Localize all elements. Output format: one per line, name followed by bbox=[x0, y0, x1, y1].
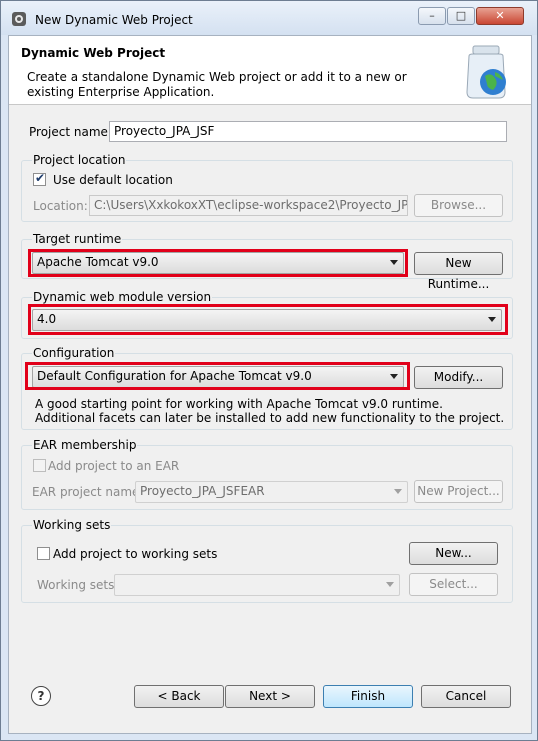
eclipse-icon bbox=[12, 12, 26, 26]
dialog-content: Dynamic Web Project Create a standalone … bbox=[8, 35, 532, 734]
next-button[interactable]: Next > bbox=[225, 685, 315, 708]
configuration-description: A good starting point for working with A… bbox=[35, 397, 505, 425]
location-input[interactable]: C:\Users\XxkokoxXT\eclipse-workspace2\Pr… bbox=[89, 195, 408, 216]
use-default-location-label: Use default location bbox=[53, 173, 173, 187]
target-runtime-label: Target runtime bbox=[32, 232, 123, 246]
working-sets-select[interactable] bbox=[114, 574, 400, 596]
wizard-description: Create a standalone Dynamic Web project … bbox=[27, 70, 407, 99]
modify-button[interactable]: Modify... bbox=[414, 366, 503, 389]
configuration-highlight-box bbox=[25, 362, 410, 390]
maximize-button[interactable]: □ bbox=[447, 7, 475, 25]
working-sets-field-label: Working sets: bbox=[37, 578, 119, 592]
wizard-header: Dynamic Web Project Create a standalone … bbox=[9, 36, 531, 105]
chevron-down-icon bbox=[386, 582, 394, 587]
window-title: New Dynamic Web Project bbox=[35, 13, 193, 27]
project-name-input[interactable]: Proyecto_JPA_JSF bbox=[109, 121, 507, 142]
project-location-label: Project location bbox=[32, 153, 127, 167]
web-project-jar-icon bbox=[466, 45, 506, 99]
minimize-icon: – bbox=[429, 9, 435, 22]
browse-button[interactable]: Browse... bbox=[414, 194, 503, 217]
wizard-title: Dynamic Web Project bbox=[21, 46, 166, 60]
select-working-sets-button[interactable]: Select... bbox=[409, 573, 498, 596]
use-default-location-checkbox[interactable]: ✔ bbox=[33, 171, 46, 186]
chevron-down-icon bbox=[394, 489, 402, 494]
maximize-icon: □ bbox=[455, 9, 467, 22]
project-name-label: Project name: bbox=[29, 125, 112, 139]
dialog-window: New Dynamic Web Project – □ ✕ Dynamic We… bbox=[0, 0, 538, 741]
working-sets-label: Working sets bbox=[32, 518, 112, 532]
close-icon: ✕ bbox=[495, 9, 505, 22]
module-version-highlight-box bbox=[28, 304, 508, 335]
new-runtime-button[interactable]: New Runtime... bbox=[414, 252, 503, 291]
configuration-label: Configuration bbox=[32, 346, 116, 360]
add-to-working-sets-label: Add project to working sets bbox=[53, 547, 218, 561]
close-button[interactable]: ✕ bbox=[476, 7, 524, 25]
add-to-working-sets-checkbox[interactable] bbox=[37, 547, 50, 560]
module-version-label: Dynamic web module version bbox=[32, 290, 213, 304]
cancel-button[interactable]: Cancel bbox=[421, 685, 511, 708]
add-to-ear-checkbox[interactable] bbox=[33, 459, 46, 472]
new-working-set-button[interactable]: New... bbox=[409, 542, 498, 565]
check-icon: ✔ bbox=[35, 171, 46, 185]
help-icon[interactable]: ? bbox=[31, 686, 51, 706]
ear-membership-label: EAR membership bbox=[32, 438, 138, 452]
location-label: Location: bbox=[33, 199, 88, 213]
title-bar[interactable]: New Dynamic Web Project – □ ✕ bbox=[1, 1, 537, 35]
finish-button[interactable]: Finish bbox=[323, 685, 413, 708]
add-to-ear-label: Add project to an EAR bbox=[48, 459, 180, 473]
ear-project-name-value: Proyecto_JPA_JSFEAR bbox=[140, 484, 265, 498]
ear-project-name-select[interactable]: Proyecto_JPA_JSFEAR bbox=[135, 481, 408, 503]
back-button[interactable]: < Back bbox=[134, 685, 224, 708]
runtime-highlight-box bbox=[28, 249, 408, 277]
ear-project-name-label: EAR project name: bbox=[32, 485, 144, 499]
new-ear-project-button[interactable]: New Project... bbox=[414, 480, 503, 503]
minimize-button[interactable]: – bbox=[418, 7, 446, 25]
